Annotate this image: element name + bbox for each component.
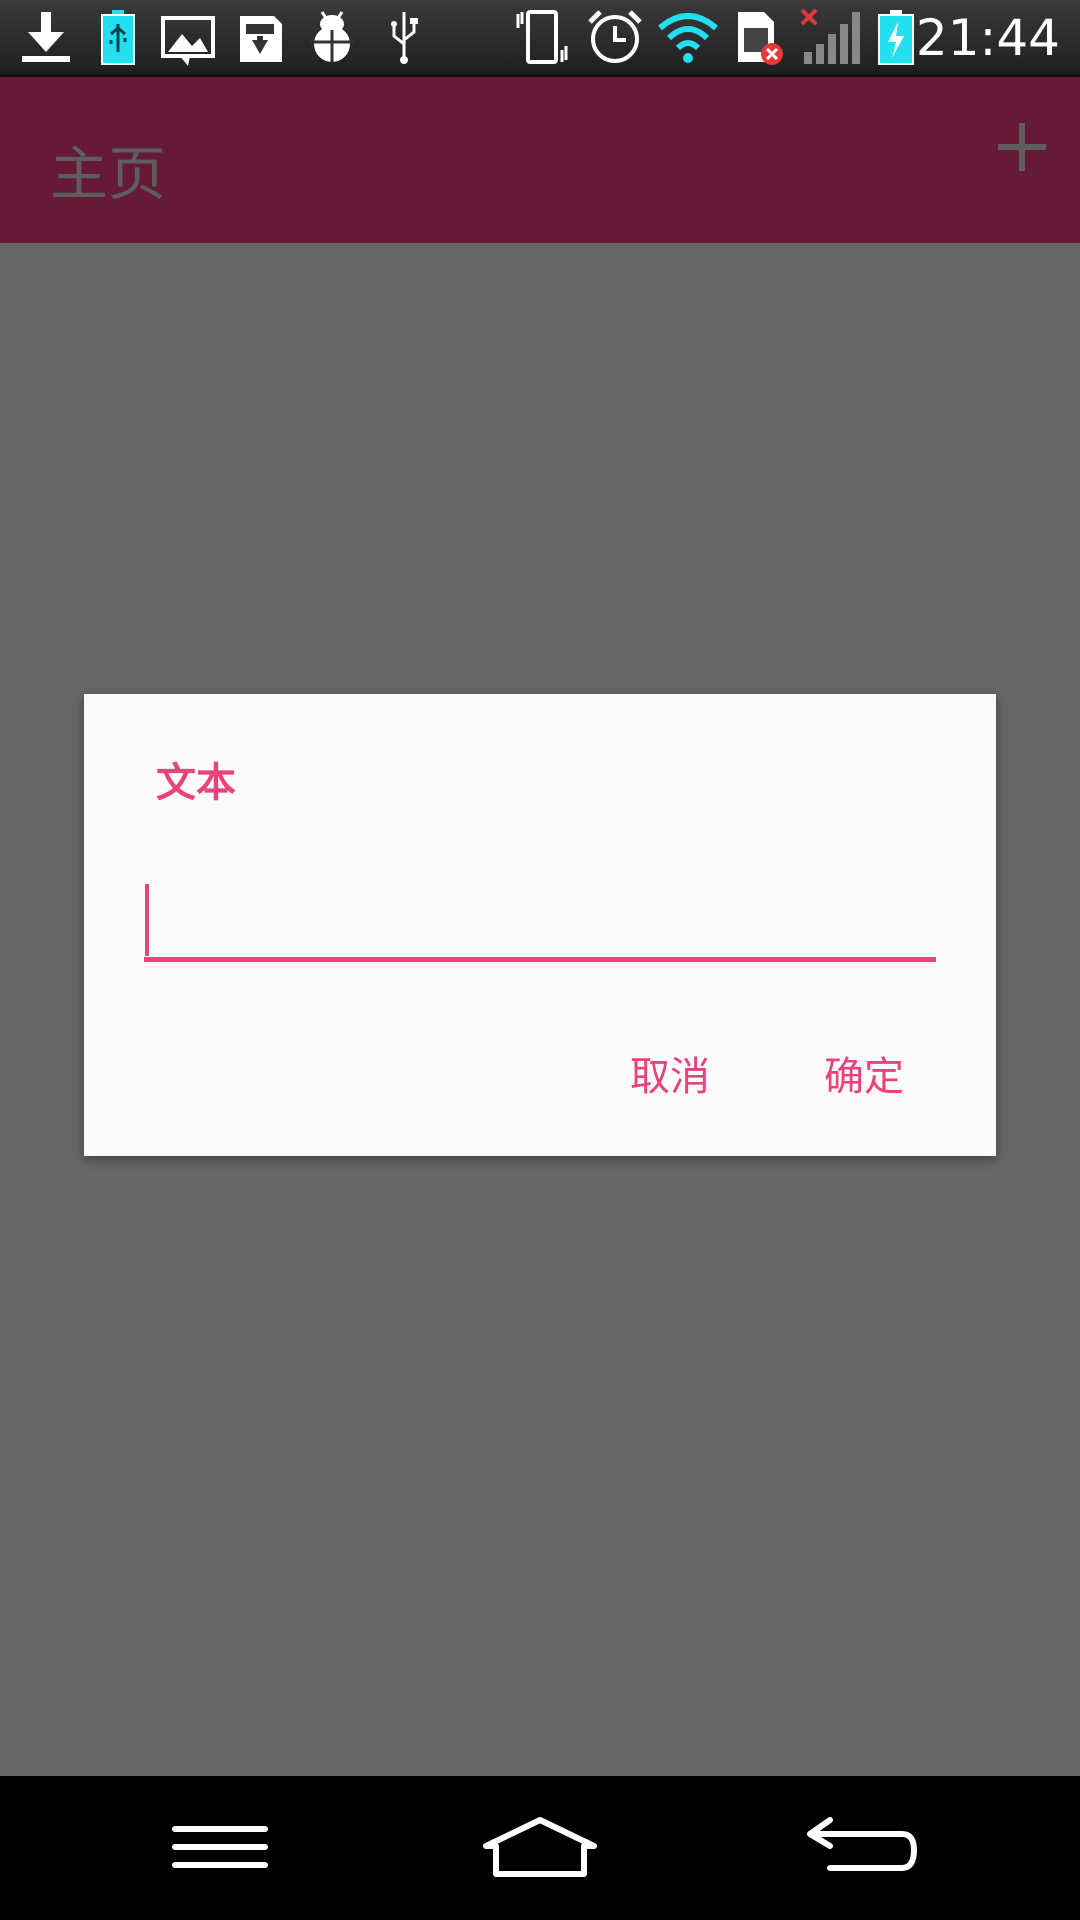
vibrate-icon [512,8,572,66]
plus-icon[interactable] [992,117,1052,177]
status-bar: 21:44 [0,0,1080,77]
dialog-title: 文本 [156,760,236,806]
navigation-bar [0,1776,1080,1920]
text-input-field[interactable] [144,882,936,962]
app-bar: 主页 [0,77,1080,243]
page-title: 主页 [50,140,167,208]
sd-card-icon [234,8,286,66]
battery-charging-icon [876,8,916,66]
status-time: 21:44 [915,9,1060,67]
bug-icon [306,8,358,66]
wifi-icon [656,8,720,66]
text-input-dialog: 文本 取消 确定 [84,694,996,1156]
usb-battery-icon [100,8,136,66]
home-icon[interactable] [480,1806,600,1890]
sim-error-icon [734,8,786,66]
ok-button[interactable]: 确定 [824,1044,904,1102]
usb-icon [386,8,422,66]
image-icon [160,8,216,66]
menu-icon[interactable] [160,1806,280,1890]
text-cursor [145,884,149,956]
back-icon[interactable] [802,1806,922,1890]
alarm-icon [586,8,644,66]
download-icon [18,8,74,66]
signal-icon [800,8,864,66]
cancel-button[interactable]: 取消 [630,1044,710,1102]
